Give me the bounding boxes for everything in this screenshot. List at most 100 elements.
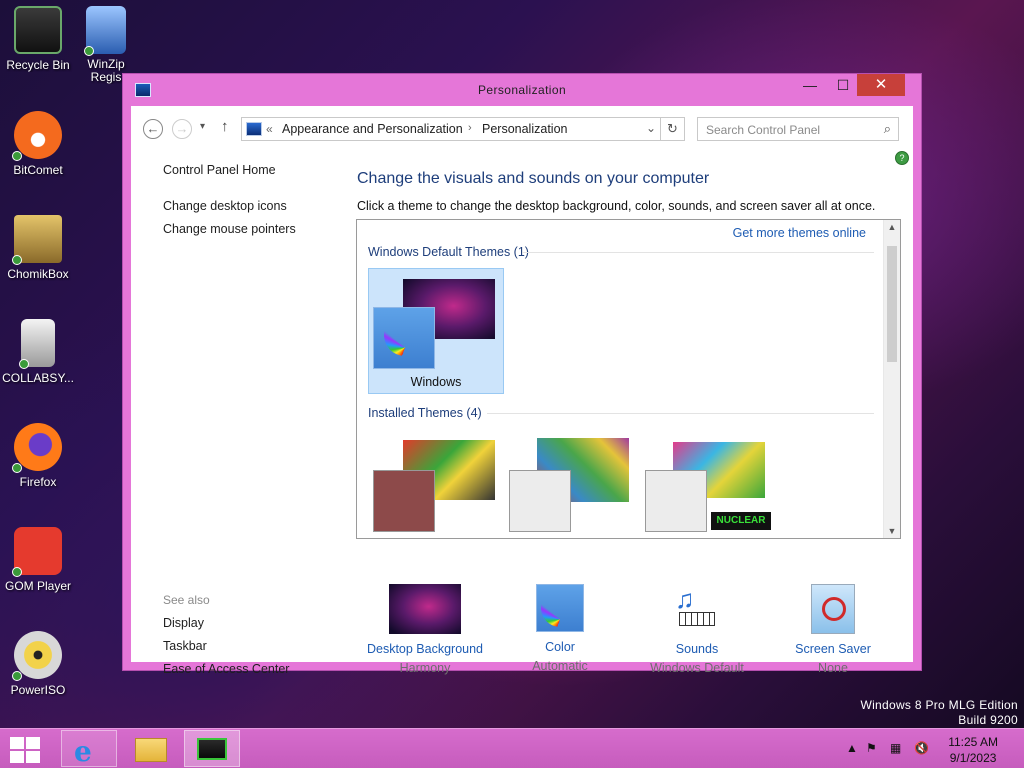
clock-time: 11:25 AM (948, 735, 998, 749)
screen-saver-value: None (818, 661, 848, 675)
window-titlebar[interactable]: Personalization — ☐ ✕ (123, 74, 921, 106)
recycle-bin-icon (14, 6, 62, 54)
scroll-thumb[interactable] (887, 246, 897, 362)
address-dropdown[interactable]: ⌄ (646, 121, 656, 135)
scroll-up-button[interactable]: ▲ (884, 222, 900, 232)
internet-explorer-icon: e (74, 735, 92, 768)
search-icon[interactable]: ⌕ (884, 121, 891, 137)
theme-color-swatch (645, 470, 707, 532)
start-button[interactable] (10, 737, 42, 763)
desktop-background-item[interactable]: Desktop Background Harmony (355, 584, 495, 675)
sounds-label[interactable]: Sounds (627, 642, 767, 656)
breadcrumb-personalization[interactable]: Personalization (482, 122, 567, 136)
recent-locations-dropdown[interactable]: ▾ (200, 121, 205, 132)
taskbar-file-explorer[interactable] (122, 730, 178, 767)
change-mouse-pointers-link[interactable]: Change mouse pointers (163, 222, 296, 236)
nuclear-badge: NUCLEAR (711, 512, 771, 530)
theme-color-swatch (509, 470, 571, 532)
help-icon[interactable]: ? (895, 151, 909, 165)
control-panel-home-link[interactable]: Control Panel Home (163, 163, 276, 177)
clock-date: 9/1/2023 (949, 751, 997, 765)
installed-themes-heading: Installed Themes (4) (368, 406, 482, 420)
taskbar-link[interactable]: Taskbar (163, 639, 207, 653)
breadcrumb-separator[interactable]: › (468, 122, 472, 134)
back-button[interactable]: ← (143, 119, 163, 139)
sounds-icon: ♫ (673, 584, 721, 634)
os-watermark: Windows 8 Pro MLG Edition Build 9200 (860, 698, 1018, 728)
window-client: ← → ▾ ↑ « Appearance and Personalization… (131, 106, 913, 676)
up-button[interactable]: ↑ (221, 118, 229, 135)
navigation-bar: ← → ▾ ↑ « Appearance and Personalization… (131, 106, 913, 150)
windows-logo-icon (10, 737, 24, 749)
installed-theme-3[interactable]: NUCLEAR (641, 440, 771, 532)
address-bar[interactable]: « Appearance and Personalization › Perso… (241, 117, 661, 141)
screen-saver-icon (811, 584, 855, 634)
color-item[interactable]: Color Automatic (490, 584, 630, 673)
color-value: Automatic (532, 659, 588, 673)
scroll-down-button[interactable]: ▼ (884, 526, 900, 536)
maximize-button[interactable]: ☐ (829, 74, 857, 96)
breadcrumb-appearance[interactable]: Appearance and Personalization (282, 122, 463, 136)
desktop-icon-gom-player[interactable]: GOM Player (0, 527, 78, 593)
desktop-background-label[interactable]: Desktop Background (355, 642, 495, 656)
volume-muted-icon[interactable]: 🔇 (914, 741, 929, 755)
forward-button[interactable]: → (172, 119, 192, 139)
watermark-edition: Windows 8 Pro MLG Edition (860, 698, 1018, 712)
change-desktop-icons-link[interactable]: Change desktop icons (163, 199, 287, 213)
page-description: Click a theme to change the desktop back… (357, 199, 876, 213)
color-icon (536, 584, 584, 632)
collabsy-icon (19, 319, 55, 369)
network-icon[interactable]: ▦ (890, 741, 901, 755)
section-divider (487, 413, 874, 414)
taskbar: e ▲ ⚑ ▦ 🔇 11:25 AM 9/1/2023 (0, 728, 1024, 768)
desktop-icon-firefox[interactable]: Firefox (0, 423, 78, 489)
screen-saver-label[interactable]: Screen Saver (763, 642, 903, 656)
refresh-button[interactable]: ↻ (661, 117, 685, 141)
desktop-icon-label: ChomikBox (7, 267, 69, 281)
minimize-button[interactable]: — (796, 74, 824, 96)
flag-icon[interactable]: ⚑ (866, 741, 877, 755)
search-input[interactable]: Search Control Panel (706, 123, 820, 137)
color-fan-icon (384, 314, 426, 356)
desktop-icon-poweriso[interactable]: PowerISO (0, 631, 78, 697)
desktop-icon-label: Firefox (19, 475, 57, 489)
desktop-icon-label: BitComet (13, 163, 63, 177)
installed-theme-2[interactable] (505, 438, 635, 532)
bitcomet-icon (12, 111, 62, 161)
default-themes-heading: Windows Default Themes (1) (368, 245, 529, 259)
sounds-item[interactable]: ♫ Sounds Windows Default (627, 584, 767, 675)
desktop-icon-recycle-bin[interactable]: Recycle Bin (0, 6, 78, 72)
color-label[interactable]: Color (490, 640, 630, 654)
themes-scrollbar[interactable]: ▲ ▼ (883, 220, 900, 538)
desktop-icon-label: PowerISO (10, 683, 66, 697)
taskbar-internet-explorer[interactable]: e (61, 730, 117, 768)
personalization-window: Personalization — ☐ ✕ ← → ▾ ↑ « Appearan… (122, 73, 922, 676)
page-title: Change the visuals and sounds on your co… (357, 170, 710, 187)
taskbar-control-panel[interactable] (184, 730, 240, 767)
get-more-themes-link[interactable]: Get more themes online (733, 226, 866, 240)
desktop-icon-chomikbox[interactable]: ChomikBox (0, 215, 78, 281)
clock[interactable]: 11:25 AM 9/1/2023 (948, 734, 998, 766)
close-button[interactable]: ✕ (857, 74, 905, 96)
desktop-background-icon (389, 584, 461, 634)
address-overflow[interactable]: « (266, 122, 273, 136)
search-box[interactable]: Search Control Panel ⌕ (697, 117, 899, 141)
sounds-value: Windows Default (650, 661, 744, 675)
control-panel-icon (197, 738, 227, 760)
chomikbox-icon (12, 215, 62, 265)
display-link[interactable]: Display (163, 616, 204, 630)
watermark-build: Build 9200 (958, 713, 1018, 727)
desktop-icon-label: COLLABSY... (2, 371, 74, 385)
theme-windows[interactable]: Windows (368, 268, 504, 394)
control-panel-icon (246, 122, 262, 136)
desktop-icon-collabsy[interactable]: COLLABSY... (0, 319, 78, 385)
screen-saver-item[interactable]: Screen Saver None (763, 584, 903, 675)
chevron-up-icon[interactable]: ▲ (846, 741, 858, 755)
desktop-icon-bitcomet[interactable]: BitComet (0, 111, 78, 177)
theme-color-swatch (373, 470, 435, 532)
themes-list: Get more themes online Windows Default T… (356, 219, 901, 539)
ease-of-access-link[interactable]: Ease of Access Center (163, 662, 289, 676)
desktop-icon-label: GOM Player (4, 579, 71, 593)
installed-theme-1[interactable] (369, 440, 499, 532)
see-also-heading: See also (163, 593, 210, 607)
